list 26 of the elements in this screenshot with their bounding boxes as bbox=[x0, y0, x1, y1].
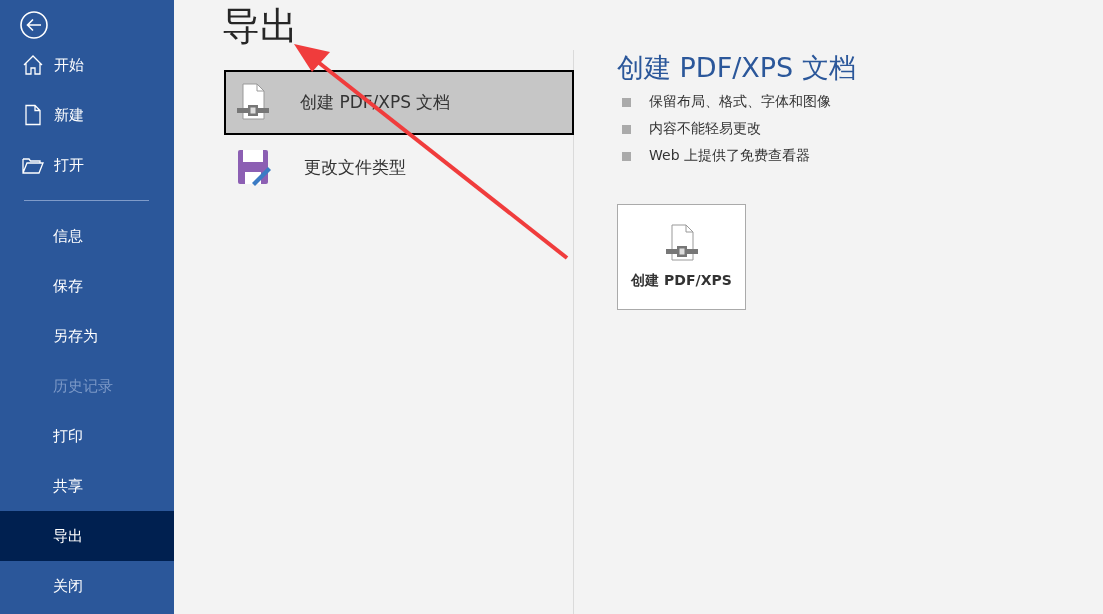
bullet-text: 保留布局、格式、字体和图像 bbox=[649, 93, 831, 112]
page-title: 导出 bbox=[222, 4, 299, 50]
sidebar-item[interactable]: 打开 bbox=[0, 140, 174, 190]
section-heading: 创建 PDF/XPS 文档 bbox=[617, 50, 856, 85]
sidebar-item[interactable]: 另存为 bbox=[0, 311, 174, 361]
bullet-icon bbox=[622, 151, 631, 161]
sidebar-item[interactable]: 打印 bbox=[0, 411, 174, 461]
sidebar-item[interactable]: 保存 bbox=[0, 261, 174, 311]
sidebar-item[interactable]: 共享 bbox=[0, 461, 174, 511]
sidebar-item[interactable]: 导出 bbox=[0, 511, 174, 561]
bullet-icon bbox=[622, 124, 631, 134]
bullet-text: Web 上提供了免费查看器 bbox=[649, 147, 810, 166]
create-pdf-button[interactable]: 创建 PDF/XPS bbox=[617, 203, 746, 310]
document-icon bbox=[22, 104, 44, 126]
bullet-icon bbox=[622, 97, 631, 107]
back-button[interactable] bbox=[19, 10, 49, 40]
bullet-text: 内容不能轻易更改 bbox=[649, 120, 761, 139]
sidebar-item[interactable]: 开始 bbox=[0, 40, 174, 90]
sidebar-item[interactable]: 信息 bbox=[0, 211, 174, 261]
pdf-document-icon bbox=[236, 83, 270, 122]
sidebar-item[interactable]: 新建 bbox=[0, 90, 174, 140]
pdf-document-icon bbox=[664, 223, 699, 262]
home-icon bbox=[22, 54, 44, 76]
sidebar-item[interactable]: 关闭 bbox=[0, 561, 174, 611]
export-option[interactable]: 更改文件类型 bbox=[224, 134, 574, 200]
floppy-pencil-icon bbox=[236, 148, 274, 187]
